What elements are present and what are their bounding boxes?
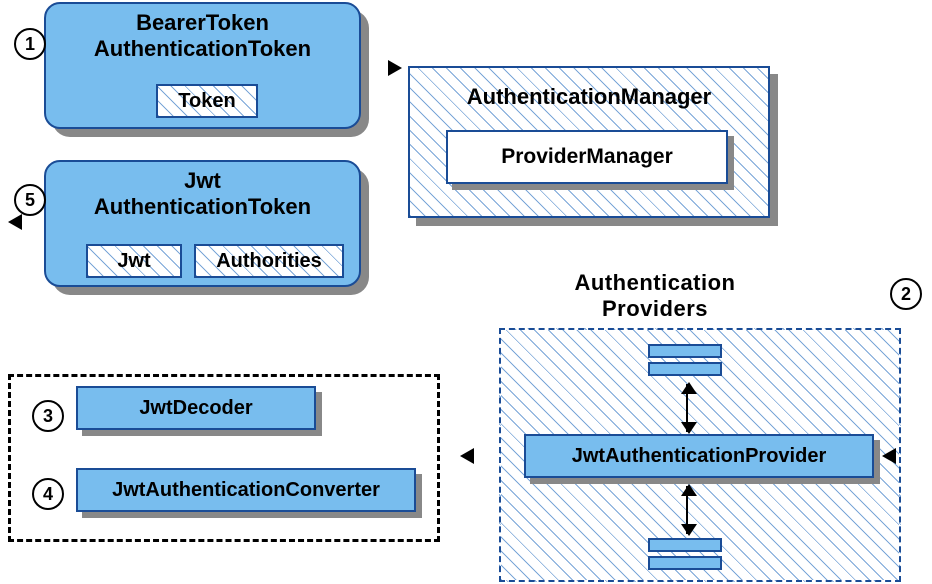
provider-manager-box: ProviderManager <box>446 130 728 184</box>
providers-title-1: Authentication <box>575 270 736 295</box>
jwt-auth-provider-box: JwtAuthenticationProvider <box>524 434 874 478</box>
providers-title-2: Providers <box>602 296 708 321</box>
step-3-marker: 3 <box>32 400 64 432</box>
step-1-marker: 1 <box>14 28 46 60</box>
stack-bar <box>648 362 722 376</box>
bearer-title-1: BearerToken <box>46 10 359 36</box>
stack-bar <box>648 344 722 358</box>
auth-manager-box: AuthenticationManager ProviderManager <box>408 66 770 218</box>
providers-stack-top <box>648 344 722 376</box>
auth-manager-title: AuthenticationManager <box>410 84 768 110</box>
jwt-auth-title-1: Jwt <box>46 168 359 194</box>
jwt-auth-token-box: Jwt AuthenticationToken Jwt Authorities <box>44 160 361 287</box>
arrow-to-provider-icon <box>882 448 896 464</box>
bearer-title-2: AuthenticationToken <box>46 36 359 62</box>
step-5-marker: 5 <box>14 184 46 216</box>
arrow-to-composition-icon <box>460 448 474 464</box>
bearer-inner-token: Token <box>156 84 258 118</box>
diagram-stage: BearerToken AuthenticationToken Token 1 … <box>0 0 932 584</box>
arrow-vertical-icon <box>686 486 688 534</box>
authorities-inner: Authorities <box>194 244 344 278</box>
bearer-token-box: BearerToken AuthenticationToken Token <box>44 2 361 129</box>
arrow-vertical-icon <box>686 384 688 432</box>
step-2-marker: 2 <box>890 278 922 310</box>
providers-title: Authentication Providers <box>520 270 790 322</box>
stack-bar <box>648 556 722 570</box>
step-4-marker: 4 <box>32 478 64 510</box>
arrow-to-manager-icon <box>388 60 402 76</box>
stack-bar <box>648 538 722 552</box>
jwt-decoder-box: JwtDecoder <box>76 386 316 430</box>
jwt-inner: Jwt <box>86 244 182 278</box>
jwt-auth-title-2: AuthenticationToken <box>46 194 359 220</box>
jwt-auth-converter-box: JwtAuthenticationConverter <box>76 468 416 512</box>
providers-stack-bottom <box>648 538 722 570</box>
arrow-out-left-icon <box>8 214 22 230</box>
